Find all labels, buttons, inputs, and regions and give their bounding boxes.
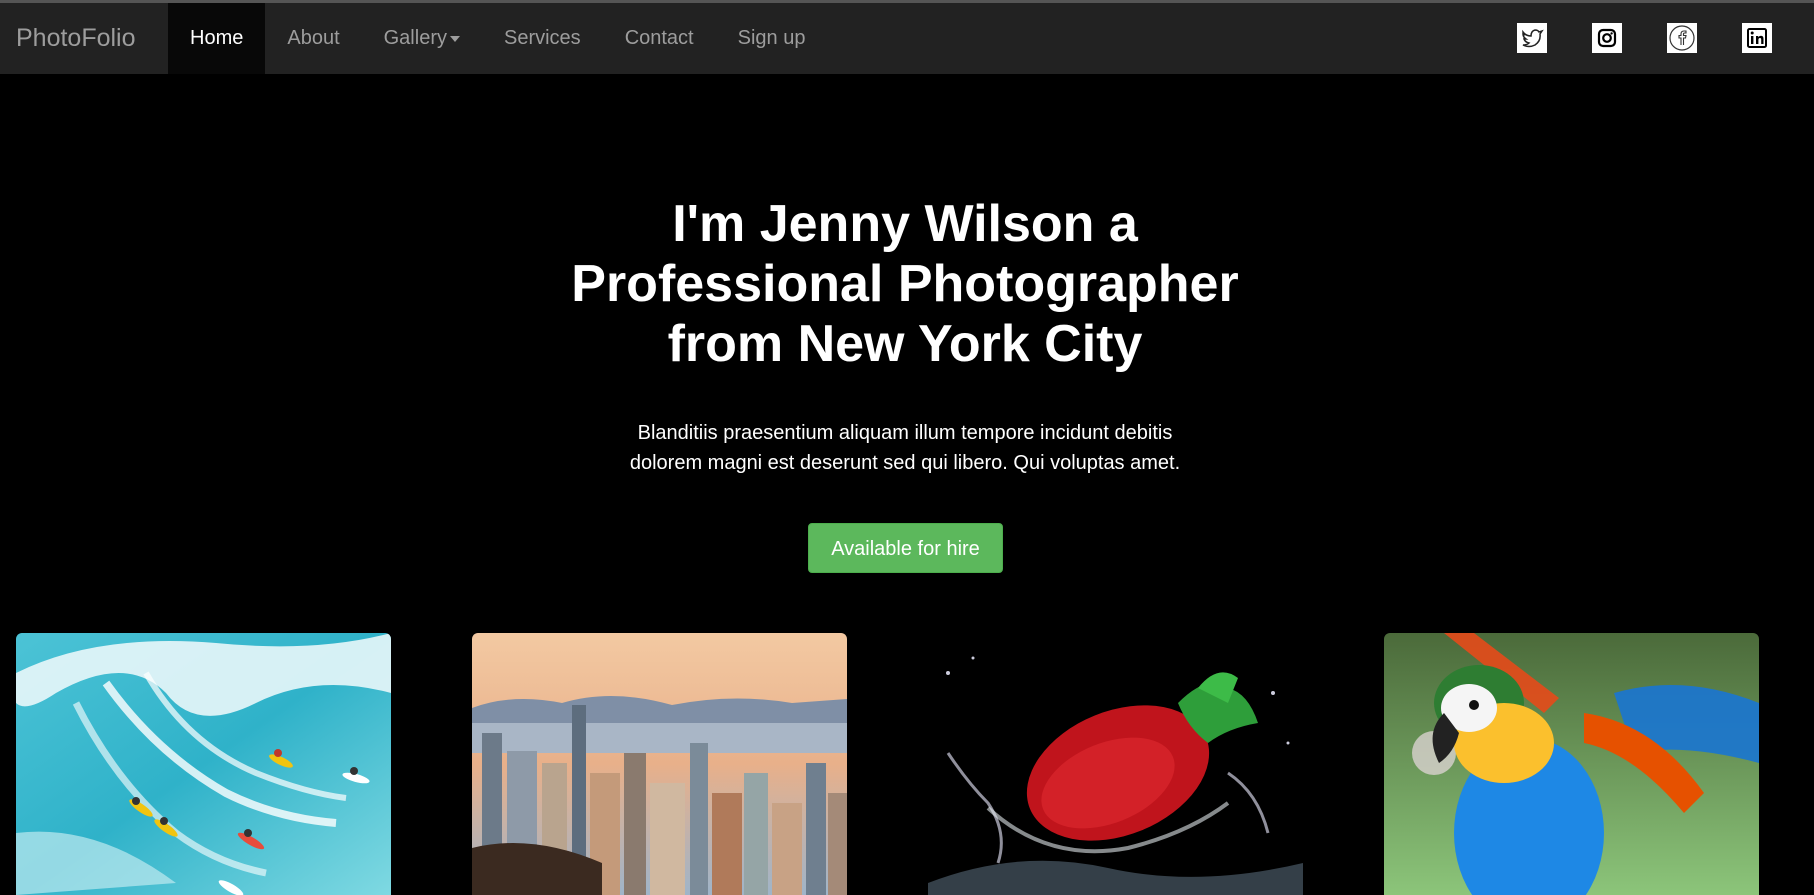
nav-item-signup[interactable]: Sign up	[716, 3, 828, 74]
nav-item-about[interactable]: About	[265, 3, 361, 74]
hero-description: Blanditiis praesentium aliquam illum tem…	[0, 418, 1810, 478]
gallery-card-strawberry[interactable]	[928, 633, 1303, 895]
surfers-photo	[16, 633, 391, 895]
twitter-icon[interactable]	[1517, 23, 1547, 53]
available-for-hire-button[interactable]: Available for hire	[808, 523, 1003, 573]
hero-title-line: I'm Jenny Wilson a	[672, 195, 1138, 253]
city-skyline-photo	[472, 633, 847, 895]
caret-down-icon	[449, 35, 460, 42]
brand-logo[interactable]: PhotoFolio	[16, 3, 136, 74]
parrot-photo	[1384, 633, 1759, 895]
nav-item-gallery[interactable]: Gallery	[362, 3, 482, 74]
linkedin-icon[interactable]	[1742, 23, 1772, 53]
nav-item-gallery-label: Gallery	[383, 27, 447, 49]
gallery-card-parrot[interactable]	[1384, 633, 1759, 895]
hero-title-line: Professional Photographer	[571, 255, 1239, 313]
hero-description-line: Blanditiis praesentium aliquam illum tem…	[637, 422, 1173, 444]
nav-item-contact[interactable]: Contact	[603, 3, 716, 74]
navbar: PhotoFolio Home About Gallery Services C…	[0, 3, 1814, 74]
nav-menu: Home About Gallery Services Contact Sign…	[168, 3, 827, 74]
nav-item-home[interactable]: Home	[168, 3, 266, 74]
facebook-icon[interactable]	[1667, 23, 1697, 53]
instagram-icon[interactable]	[1592, 23, 1622, 53]
hero-title: I'm Jenny Wilson a Professional Photogra…	[0, 194, 1810, 374]
gallery-card-surfers[interactable]	[16, 633, 391, 895]
hero-description-line: dolorem magni est deserunt sed qui liber…	[629, 452, 1181, 474]
nav-item-services[interactable]: Services	[482, 3, 603, 74]
strawberry-splash-photo	[928, 633, 1303, 895]
gallery-card-city[interactable]	[472, 633, 847, 895]
hero-title-line: from New York City	[667, 315, 1143, 373]
